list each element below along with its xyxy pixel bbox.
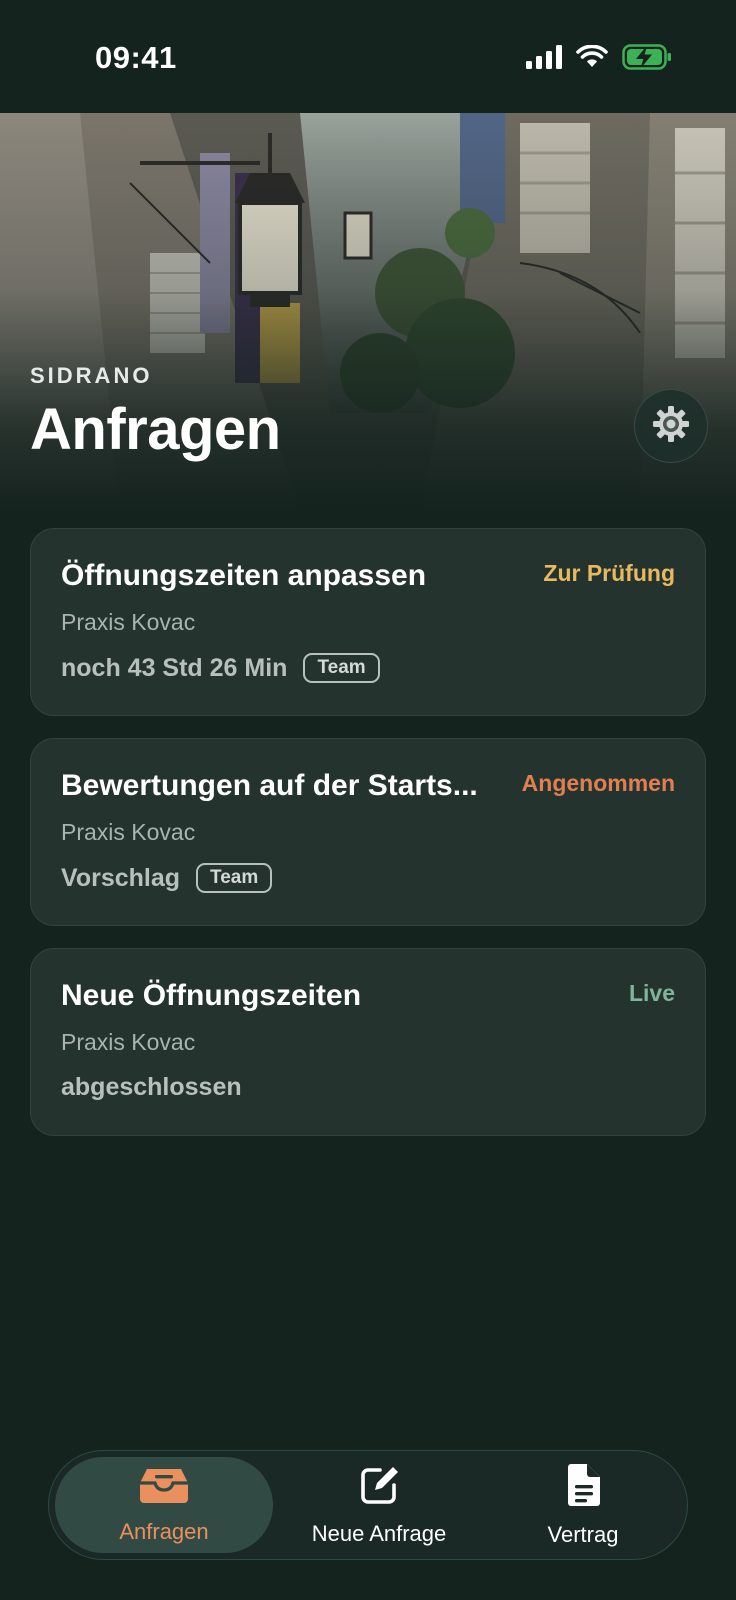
tab-vertrag[interactable]: Vertrag (485, 1457, 681, 1553)
signal-icon (526, 45, 562, 74)
gear-icon (652, 405, 690, 448)
request-client: Praxis Kovac (61, 819, 196, 845)
request-title: Bewertungen auf der Starts... (61, 769, 478, 802)
brand-label: SIDRANO (30, 363, 153, 388)
inbox-tray-icon (139, 1466, 189, 1509)
request-client: Praxis Kovac (61, 609, 196, 635)
team-tag: Team (303, 653, 380, 683)
page-title: Anfragen (30, 397, 281, 462)
tab-neue-anfrage[interactable]: Neue Anfrage (275, 1457, 483, 1553)
request-card[interactable]: Neue Öffnungszeiten Live Praxis Kovac ab… (30, 948, 706, 1136)
request-client: Praxis Kovac (61, 1029, 196, 1055)
request-title: Öffnungszeiten anpassen (61, 559, 427, 592)
tab-label: Neue Anfrage (311, 1520, 447, 1546)
compose-icon (358, 1464, 400, 1511)
battery-charging-icon (622, 44, 672, 75)
request-list: Öffnungszeiten anpassen Zur Prüfung Prax… (30, 528, 706, 1158)
request-meta: abgeschlossen (61, 1073, 242, 1102)
status-badge: Angenommen (521, 770, 675, 796)
status-bar: 09:41 (0, 0, 736, 113)
request-card[interactable]: Bewertungen auf der Starts... Angenommen… (30, 738, 706, 926)
status-badge: Live (628, 980, 675, 1006)
team-tag: Team (196, 863, 273, 893)
request-title: Neue Öffnungszeiten (61, 979, 362, 1012)
status-time: 09:41 (95, 40, 177, 75)
document-icon (565, 1463, 601, 1512)
tab-bar: Anfragen Neue Anfrage Vertrag (48, 1450, 688, 1560)
tab-label: Anfragen (119, 1518, 209, 1544)
request-meta: Vorschlag Team (61, 863, 273, 893)
request-stage: abgeschlossen (61, 1073, 242, 1101)
status-icons (526, 44, 672, 75)
tab-anfragen[interactable]: Anfragen (55, 1457, 273, 1553)
wifi-icon (576, 44, 608, 74)
settings-button[interactable] (634, 389, 708, 463)
tab-label: Vertrag (547, 1521, 619, 1547)
request-deadline: noch 43 Std 26 Min (61, 653, 288, 682)
request-meta: noch 43 Std 26 Min Team (61, 653, 380, 683)
request-stage: Vorschlag (61, 863, 181, 892)
status-badge: Zur Prüfung (543, 560, 675, 586)
request-card[interactable]: Öffnungszeiten anpassen Zur Prüfung Prax… (30, 528, 706, 716)
